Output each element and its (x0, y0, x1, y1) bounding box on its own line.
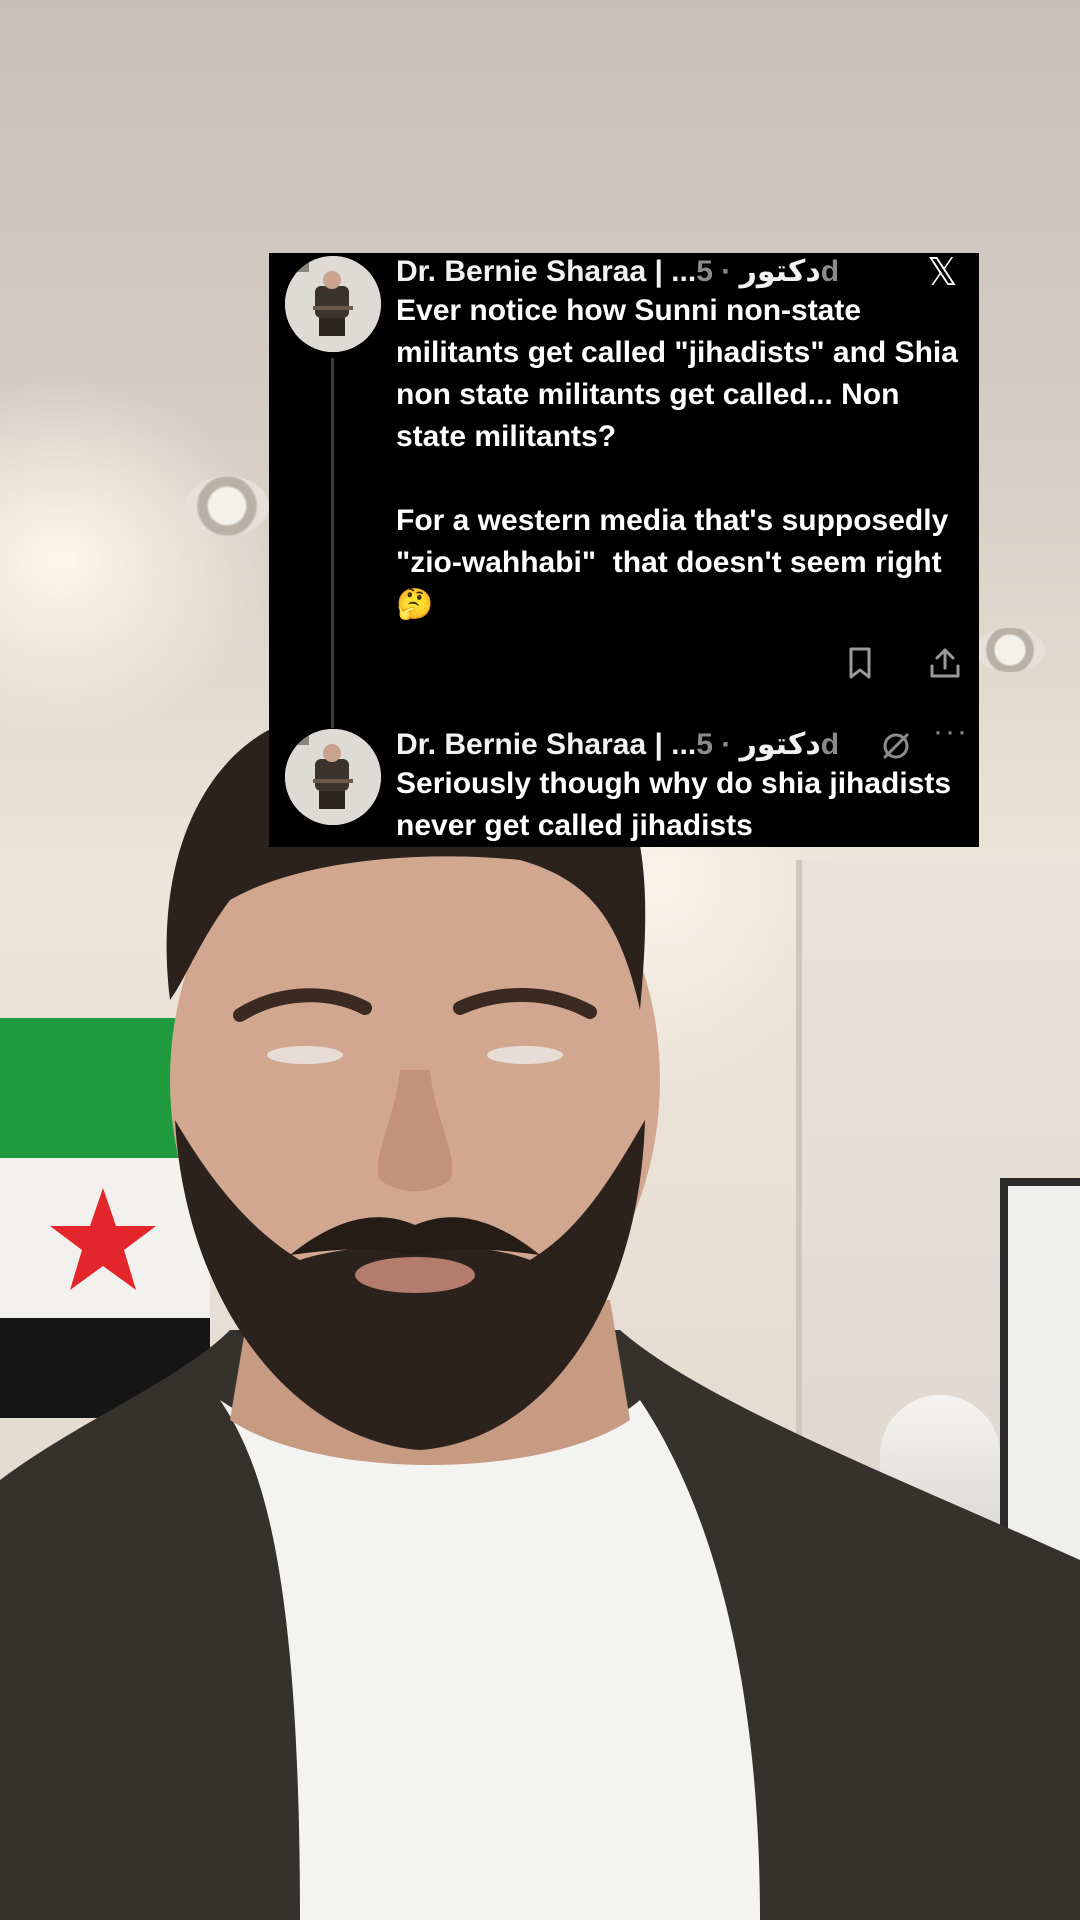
thread-line (331, 358, 334, 728)
tweet-text: Ever notice how Sunni non-state militant… (396, 294, 958, 621)
author-name[interactable]: Dr. Bernie Sharaa | ...دكتور (396, 728, 821, 761)
x-logo-icon: 𝕏 (927, 253, 958, 294)
avatar-image (285, 729, 381, 825)
avatar[interactable] (285, 729, 381, 825)
author-name[interactable]: Dr. Bernie Sharaa | ...دكتور (396, 255, 821, 288)
bookmark-icon[interactable] (843, 646, 877, 680)
share-icon[interactable] (928, 646, 962, 680)
tweet-header: Dr. Bernie Sharaa | ...دكتور · 5d (396, 255, 839, 289)
separator-dot: · (721, 255, 732, 288)
avatar[interactable] (285, 256, 381, 352)
tweet-header: Dr. Bernie Sharaa | ...دكتور · 5d (396, 728, 839, 762)
more-options-icon[interactable]: ··· (933, 715, 969, 749)
tweet-text: Seriously though why do shia jihadists n… (396, 767, 960, 842)
tweet-thread-card: Dr. Bernie Sharaa | ...دكتور · 5d 𝕏 Ever… (269, 253, 979, 847)
grok-icon[interactable] (879, 729, 913, 763)
separator-dot: · (721, 728, 732, 761)
avatar-image (285, 256, 381, 352)
